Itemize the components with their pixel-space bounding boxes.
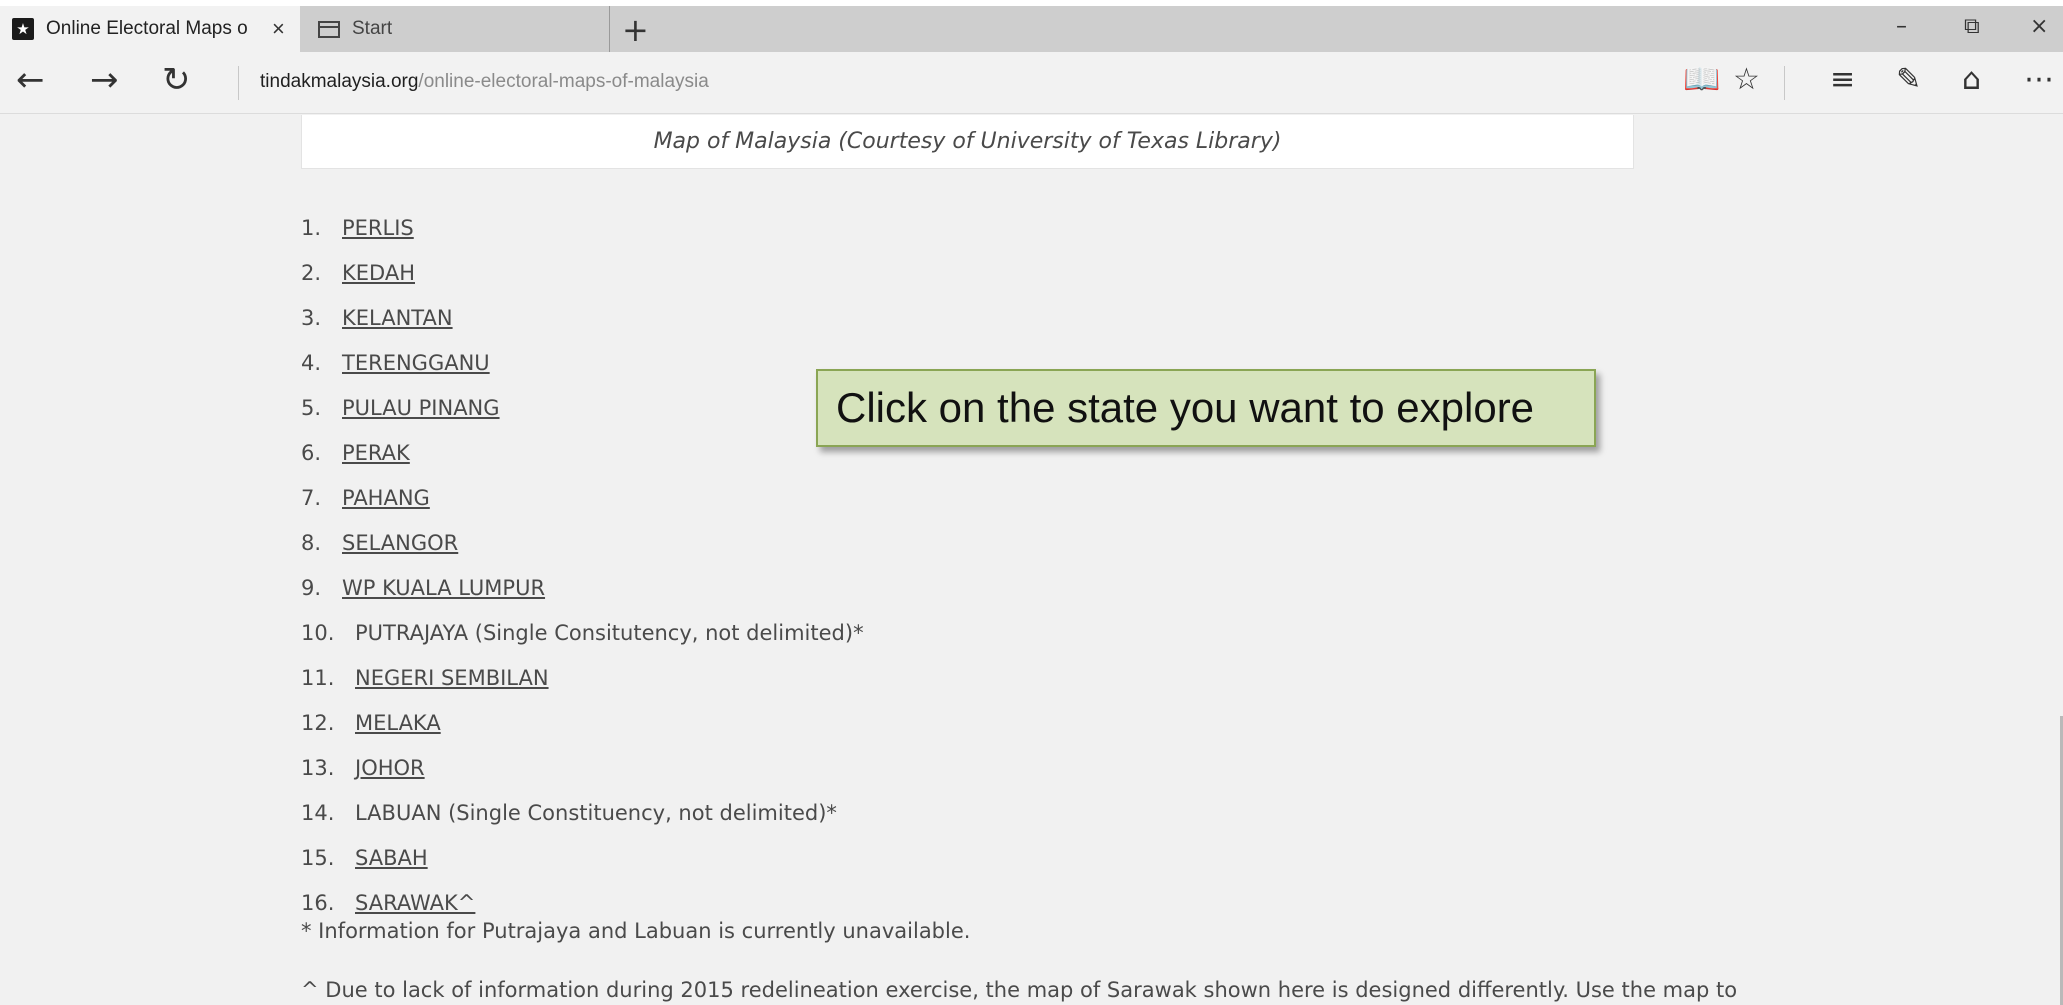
list-item: 1. PERLIS (301, 205, 864, 250)
tab-start[interactable]: Start (302, 6, 610, 52)
state-label: LABUAN (Single Constituency, not delimit… (355, 800, 837, 825)
tab-online-electoral-maps[interactable]: ★ Online Electoral Maps o × (0, 6, 300, 52)
share-icon[interactable]: ⌂ (1962, 62, 1981, 97)
state-link[interactable]: SARAWAK^ (355, 891, 475, 915)
footnote-sarawak: ^ Due to lack of information during 2015… (301, 978, 1738, 1002)
list-number: 10. (301, 620, 335, 645)
state-link[interactable]: MELAKA (355, 711, 441, 735)
tab-bar: ★ Online Electoral Maps o × Start + – ⧉ … (0, 0, 2063, 52)
list-item: 8. SELANGOR (301, 520, 864, 565)
favorites-star-icon[interactable]: ☆ (1733, 62, 1760, 97)
list-item: 13. JOHOR (301, 745, 864, 790)
callout-text: Click on the state you want to explore (836, 384, 1535, 431)
list-number: 8. (301, 530, 322, 555)
tab-title: Online Electoral Maps o (46, 18, 248, 39)
list-number: 14. (301, 800, 335, 825)
web-note-icon[interactable]: ✎ (1896, 62, 1921, 97)
list-number: 12. (301, 710, 335, 735)
map-caption-box: Map of Malaysia (Courtesy of University … (301, 115, 1634, 169)
list-number: 9. (301, 575, 322, 600)
restore-button[interactable]: ⧉ (1964, 14, 1980, 39)
list-item: 3. KELANTAN (301, 295, 864, 340)
list-number: 2. (301, 260, 322, 285)
star-icon: ★ (12, 18, 34, 40)
list-number: 16. (301, 890, 335, 915)
url-domain: tindakmalaysia.org (260, 71, 419, 92)
list-item: 15. SABAH (301, 835, 864, 880)
list-item: 2. KEDAH (301, 250, 864, 295)
state-link[interactable]: KELANTAN (342, 306, 453, 330)
page-content: Map of Malaysia (Courtesy of University … (0, 115, 2063, 1005)
state-link[interactable]: SABAH (355, 846, 428, 870)
state-list: 1. PERLIS 2. KEDAH 3. KELANTAN 4. TERENGGANU 5. P… (301, 205, 864, 925)
list-number: 11. (301, 665, 335, 690)
list-item: 12. MELAKA (301, 700, 864, 745)
window-close-button[interactable]: × (2030, 14, 2048, 39)
state-link[interactable]: KEDAH (342, 261, 415, 285)
back-button[interactable]: ← (16, 60, 45, 100)
list-item: 10. PUTRAJAYA (Single Consitutency, not d… (301, 610, 864, 655)
navigation-bar: ← → ↻ tindakmalaysia.org/online-electora… (0, 52, 2063, 114)
list-number: 15. (301, 845, 335, 870)
list-item: 14. LABUAN (Single Constituency, not deli… (301, 790, 864, 835)
list-number: 5. (301, 395, 322, 420)
toolbar-divider (1784, 66, 1785, 100)
refresh-button[interactable]: ↻ (162, 60, 191, 100)
instruction-callout: Click on the state you want to explore (816, 369, 1596, 447)
address-bar[interactable]: tindakmalaysia.org/online-electoral-maps… (260, 71, 709, 93)
minimize-button[interactable]: – (1896, 14, 1907, 39)
map-caption: Map of Malaysia (Courtesy of University … (653, 129, 1282, 154)
list-item: 11. NEGERI SEMBILAN (301, 655, 864, 700)
url-path: /online-electoral-maps-of-malaysia (418, 71, 709, 92)
list-number: 6. (301, 440, 322, 465)
reading-view-icon[interactable]: 📖 (1683, 62, 1720, 97)
state-link[interactable]: NEGERI SEMBILAN (355, 666, 549, 690)
list-number: 7. (301, 485, 322, 510)
state-link[interactable]: PULAU PINANG (342, 396, 500, 420)
close-tab-icon[interactable]: × (272, 16, 285, 42)
state-link[interactable]: TERENGGANU (342, 351, 490, 375)
list-item: 7. PAHANG (301, 475, 864, 520)
state-link[interactable]: PAHANG (342, 486, 430, 510)
more-icon[interactable]: ⋯ (2024, 62, 2054, 97)
page-icon (318, 20, 340, 38)
new-tab-button[interactable]: + (622, 11, 649, 49)
address-divider (238, 66, 239, 100)
list-item: 9. WP KUALA LUMPUR (301, 565, 864, 610)
list-item: 5. PULAU PINANG (301, 385, 864, 430)
state-link[interactable]: PERAK (342, 441, 410, 465)
footnote-unavailable: * Information for Putrajaya and Labuan i… (301, 919, 971, 943)
list-number: 3. (301, 305, 322, 330)
state-link[interactable]: JOHOR (355, 756, 425, 780)
list-number: 13. (301, 755, 335, 780)
tab-title: Start (352, 18, 393, 39)
state-link[interactable]: SELANGOR (342, 531, 458, 555)
forward-button[interactable]: → (90, 60, 119, 100)
list-item: 6. PERAK (301, 430, 864, 475)
list-number: 4. (301, 350, 322, 375)
state-link[interactable]: PERLIS (342, 216, 414, 240)
list-number: 1. (301, 215, 322, 240)
hub-icon[interactable]: ≡ (1830, 62, 1855, 97)
state-label: PUTRAJAYA (Single Consitutency, not deli… (355, 620, 864, 645)
list-item: 4. TERENGGANU (301, 340, 864, 385)
state-link[interactable]: WP KUALA LUMPUR (342, 576, 545, 600)
